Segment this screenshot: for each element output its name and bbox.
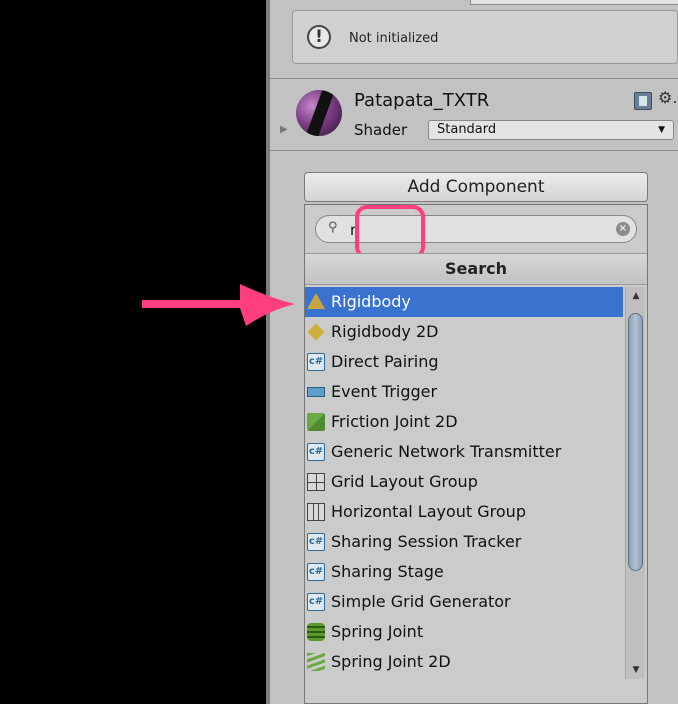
scroll-up-arrow-icon[interactable]: ▲: [628, 289, 644, 303]
partial-field: [470, 0, 678, 5]
list-item-label: Rigidbody 2D: [331, 322, 439, 341]
event-trigger-icon: [307, 387, 325, 397]
list-item-simple-grid-generator[interactable]: c# Simple Grid Generator: [305, 587, 623, 617]
pointer-arrow-annotation: [142, 284, 295, 326]
list-item-spring-joint[interactable]: Spring Joint: [305, 617, 623, 647]
list-item-label: Event Trigger: [331, 382, 438, 401]
list-item-grid-layout-group[interactable]: Grid Layout Group: [305, 467, 623, 497]
grid-layout-icon: [307, 473, 325, 491]
list-item-friction-joint-2d[interactable]: Friction Joint 2D: [305, 407, 623, 437]
list-item-label: Generic Network Transmitter: [331, 442, 562, 461]
add-component-dropdown: ⚲ ri × Search Rigidbody Rigidbody 2D c# …: [304, 204, 648, 704]
script-icon: c#: [307, 563, 325, 581]
script-icon: c#: [307, 593, 325, 611]
material-thumbnail[interactable]: [296, 90, 342, 136]
list-item-label: Sharing Session Tracker: [331, 532, 522, 551]
list-item-label: Spring Joint: [331, 622, 424, 641]
help-book-icon[interactable]: [634, 92, 652, 110]
status-text: Not initialized: [349, 31, 439, 46]
list-item-label: Direct Pairing: [331, 352, 439, 371]
divider: [270, 150, 678, 151]
background-area: [0, 0, 266, 704]
list-item-label: Grid Layout Group: [331, 472, 478, 491]
list-item-label: Simple Grid Generator: [331, 592, 511, 611]
dropdown-arrow-icon: ▼: [658, 125, 665, 135]
horizontal-layout-icon: [307, 503, 325, 521]
status-box: ! Not initialized: [292, 10, 678, 64]
list-item-sharing-session-tracker[interactable]: c# Sharing Session Tracker: [305, 527, 623, 557]
scroll-down-arrow-icon[interactable]: ▼: [628, 663, 644, 677]
list-item-label: Spring Joint 2D: [331, 652, 451, 671]
search-results-header: Search: [305, 253, 647, 285]
foldout-arrow-icon[interactable]: ▶: [280, 124, 288, 135]
shader-label: Shader: [354, 121, 408, 139]
list-item-label: Rigidbody: [331, 292, 411, 311]
inspector-panel: ! Not initialized ▶ Patapata_TXTR Shader…: [266, 0, 678, 704]
list-item-label: Horizontal Layout Group: [331, 502, 526, 521]
gear-icon[interactable]: ⚙.: [658, 88, 677, 107]
list-item-horizontal-layout-group[interactable]: Horizontal Layout Group: [305, 497, 623, 527]
list-item-direct-pairing[interactable]: c# Direct Pairing: [305, 347, 623, 377]
list-item-label: Friction Joint 2D: [331, 412, 458, 431]
material-name: Patapata_TXTR: [354, 90, 490, 111]
shader-value: Standard: [437, 122, 497, 137]
add-component-button[interactable]: Add Component: [304, 172, 648, 202]
script-icon: c#: [307, 353, 325, 371]
shader-select[interactable]: Standard ▼: [428, 120, 674, 140]
results-scrollbar[interactable]: ▲ ▼: [625, 287, 645, 679]
spring-joint-icon: [307, 623, 325, 641]
highlight-annotation: [355, 205, 425, 259]
list-item-generic-network-transmitter[interactable]: c# Generic Network Transmitter: [305, 437, 623, 467]
script-icon: c#: [307, 443, 325, 461]
divider: [270, 78, 678, 79]
list-item-event-trigger[interactable]: Event Trigger: [305, 377, 623, 407]
search-icon: ⚲: [328, 220, 338, 235]
rigidbody2d-icon: [307, 323, 325, 341]
list-item-spring-joint-2d[interactable]: Spring Joint 2D: [305, 647, 623, 677]
list-item-sharing-stage[interactable]: c# Sharing Stage: [305, 557, 623, 587]
clear-search-icon[interactable]: ×: [616, 222, 630, 236]
list-item-rigidbody[interactable]: Rigidbody: [305, 287, 623, 317]
list-item-label: Sharing Stage: [331, 562, 444, 581]
scrollbar-thumb[interactable]: [628, 313, 643, 571]
results-list: Rigidbody Rigidbody 2D c# Direct Pairing…: [305, 287, 623, 677]
friction-joint-icon: [307, 413, 325, 431]
info-icon: !: [307, 25, 331, 49]
spring-joint-2d-icon: [307, 653, 325, 671]
list-item-rigidbody-2d[interactable]: Rigidbody 2D: [305, 317, 623, 347]
script-icon: c#: [307, 533, 325, 551]
